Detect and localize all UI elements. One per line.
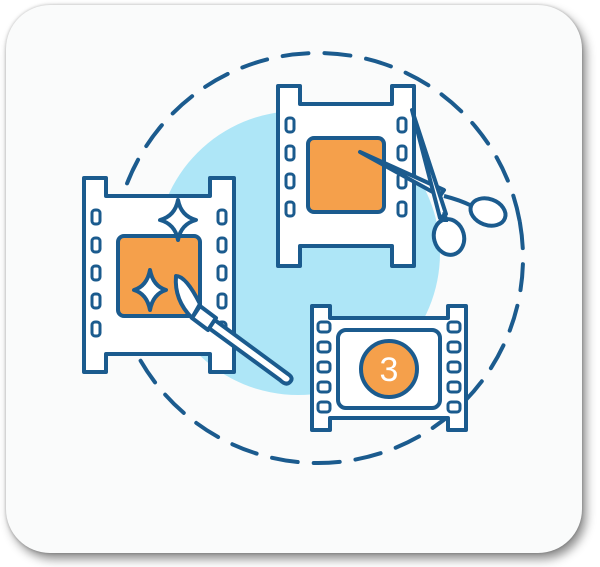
video-editing-illustration: 3 xyxy=(82,51,525,465)
film-countdown-icon: 3 xyxy=(310,304,468,432)
countdown-number: 3 xyxy=(380,351,399,389)
film-edit-sparkle-icon xyxy=(82,176,236,374)
film-cut-scissors-icon xyxy=(276,84,416,268)
app-icon-stage: 3 xyxy=(0,0,600,567)
